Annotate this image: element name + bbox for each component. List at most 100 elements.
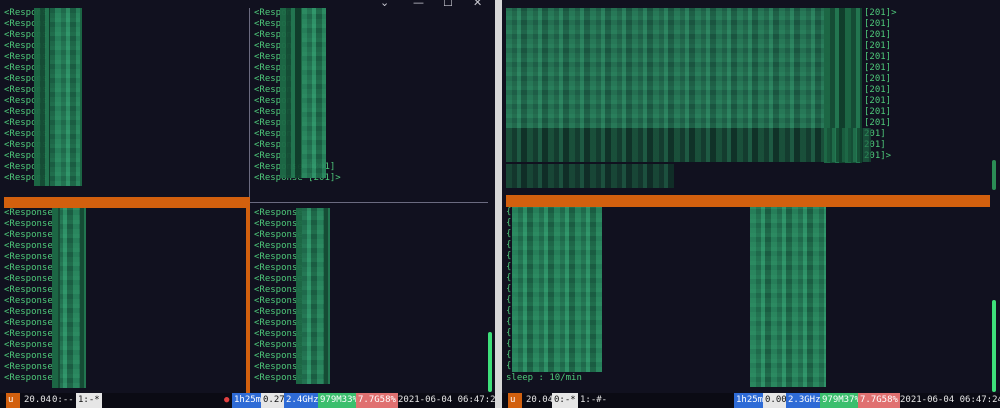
terminal-line: <Respons [4,151,48,161]
terminal-line: [201] [864,41,892,51]
terminal-line: <Respon [254,19,292,29]
pane-top-right[interactable]: <Respon <Respon <Respon <Respon <Respon <Resp… [250,8,488,198]
terminal-line: <Response [4,252,53,262]
terminal-line: <Response [254,219,303,229]
terminal-line: [201] [864,107,892,117]
left-terminal-window: ⌄ — ☐ ✕ <Respons <Respons <Respons <Respons… [0,0,501,408]
terminal-line: <Response [254,318,303,328]
terminal-line: <Respons [4,52,48,62]
status-disk: 7.7G58% [858,393,900,408]
status-datetime: 2021-06-04 06:47:24 [900,395,1000,405]
terminal-line: <Respon [254,8,292,18]
status-session[interactable]: u [508,393,522,408]
record-icon: ● [224,395,230,405]
pane-divider[interactable] [250,202,488,203]
status-session[interactable]: u [6,393,20,408]
terminal-line: <Response [254,274,303,284]
terminal-line: {' [506,207,517,217]
pane-bottom-left[interactable]: <Response <Response <Response <Response <Res… [0,208,246,393]
terminal-line: [201] [864,52,892,62]
pane-output: <Response <Response <Response <Response <Res… [0,208,246,384]
status-memory: 979M33% [318,393,360,408]
pane-output: [201]> [201] [201] [201] [201] [201] [201] [201… [860,8,897,162]
terminal-line: <Respon [254,63,292,73]
terminal-line: [201] [864,30,892,40]
scrollbar[interactable] [992,160,996,190]
pane-top-left[interactable]: <Respons <Respons <Respons <Respons <Respons… [0,8,249,198]
terminal-line: <Response [4,219,53,229]
scrollbar[interactable] [488,332,492,392]
terminal-line: <Respon [254,107,292,117]
terminal-line: {' [506,306,517,316]
terminal-line: <Respon [254,30,292,40]
terminal-line: [201] [864,63,892,73]
pane-bottom-right[interactable] [746,207,990,393]
terminal-line: <Response [4,296,53,306]
terminal-line: {' [506,251,517,261]
terminal-line: <Response [4,307,53,317]
status-uptime: 1h25m [734,393,766,408]
pane-output: <Response <Response <Response <Response <Res… [250,208,488,384]
terminal-line: [201] [864,118,892,128]
status-active-window[interactable]: 1:-* [76,393,102,408]
terminal-line: <Response [254,329,303,339]
status-version: 20.04 [526,395,554,405]
terminal-line: <Respons [4,74,48,84]
terminal-line: <Respons [4,162,48,172]
scrollbar[interactable] [992,300,996,392]
status-memory: 979M37% [820,393,862,408]
redacted-region [506,128,871,162]
terminal-line: <Respon [254,96,292,106]
terminal-line: <Respon [254,129,292,139]
terminal-line: <Response [254,362,303,372]
pane-output: <Respon <Respon <Respon <Respon <Respon <Resp… [250,8,488,184]
terminal-line: <Response [4,230,53,240]
terminal-line: {' [506,361,517,371]
terminal-line: <Respon [254,151,292,161]
terminal-line: <Response [254,373,303,383]
tmux-status-bar: u 20.04 0:-* 1:-#- 1h25m 0.00 2.3GHz 979… [502,393,1000,408]
terminal-line: {' [506,262,517,272]
status-active-window[interactable]: 1:-#- [578,393,609,408]
terminal-line: {' [506,229,517,239]
redacted-region [824,8,862,163]
terminal-line: <Respon [254,52,292,62]
terminal-line: {' [506,317,517,327]
terminal-line: <Respon [254,74,292,84]
terminal-line: <Respons [4,129,48,139]
redacted-region [750,207,826,387]
right-terminal-window: [201]> [201] [201] [201] [201] [201] [201] [201… [502,0,1000,408]
status-window-list[interactable]: 0:-- [50,393,76,408]
status-uptime: 1h25m [232,393,264,408]
pane-bottom-right[interactable]: <Response <Response <Response <Response <Res… [250,208,488,393]
terminal-line: <Response [4,208,53,218]
terminal-line: <Response [254,263,303,273]
terminal-line: {' [506,240,517,250]
terminal-line: <Response [4,351,53,361]
status-disk: 7.7G58% [356,393,398,408]
terminal-line: [201] [864,96,892,106]
status-window-list[interactable]: 0:-* [552,393,578,408]
terminal-line: <Response [4,274,53,284]
pane-top[interactable]: [201]> [201] [201] [201] [201] [201] [201] [201… [502,4,990,196]
window-separator [495,0,502,408]
terminal-line: 201] [864,129,886,139]
active-pane-border [4,197,250,208]
terminal-line: <Respons [4,85,48,95]
terminal-line: <Response [4,362,53,372]
terminal-line: 201] [864,140,886,150]
terminal-line: <Respon [254,85,292,95]
terminal-line: [201]> [864,8,897,18]
terminal-line: <Response [254,285,303,295]
terminal-line: <Response [201] [254,162,336,172]
redacted-region [750,207,826,387]
terminal-line: <Respons [4,63,48,73]
terminal-line: <Response [4,241,53,251]
terminal-line: <Response [4,373,53,383]
pane-bottom-left[interactable]: {' {' {' {' {' {' {' {' {' {' {' {' {' {' {' sleep : 1… [502,207,746,393]
terminal-line: <Response [4,329,53,339]
status-load: 0.27 [261,393,287,408]
status-datetime: 2021-06-04 06:47:23 [398,395,501,405]
terminal-line: <Response [254,208,303,218]
terminal-line: <Response [4,263,53,273]
